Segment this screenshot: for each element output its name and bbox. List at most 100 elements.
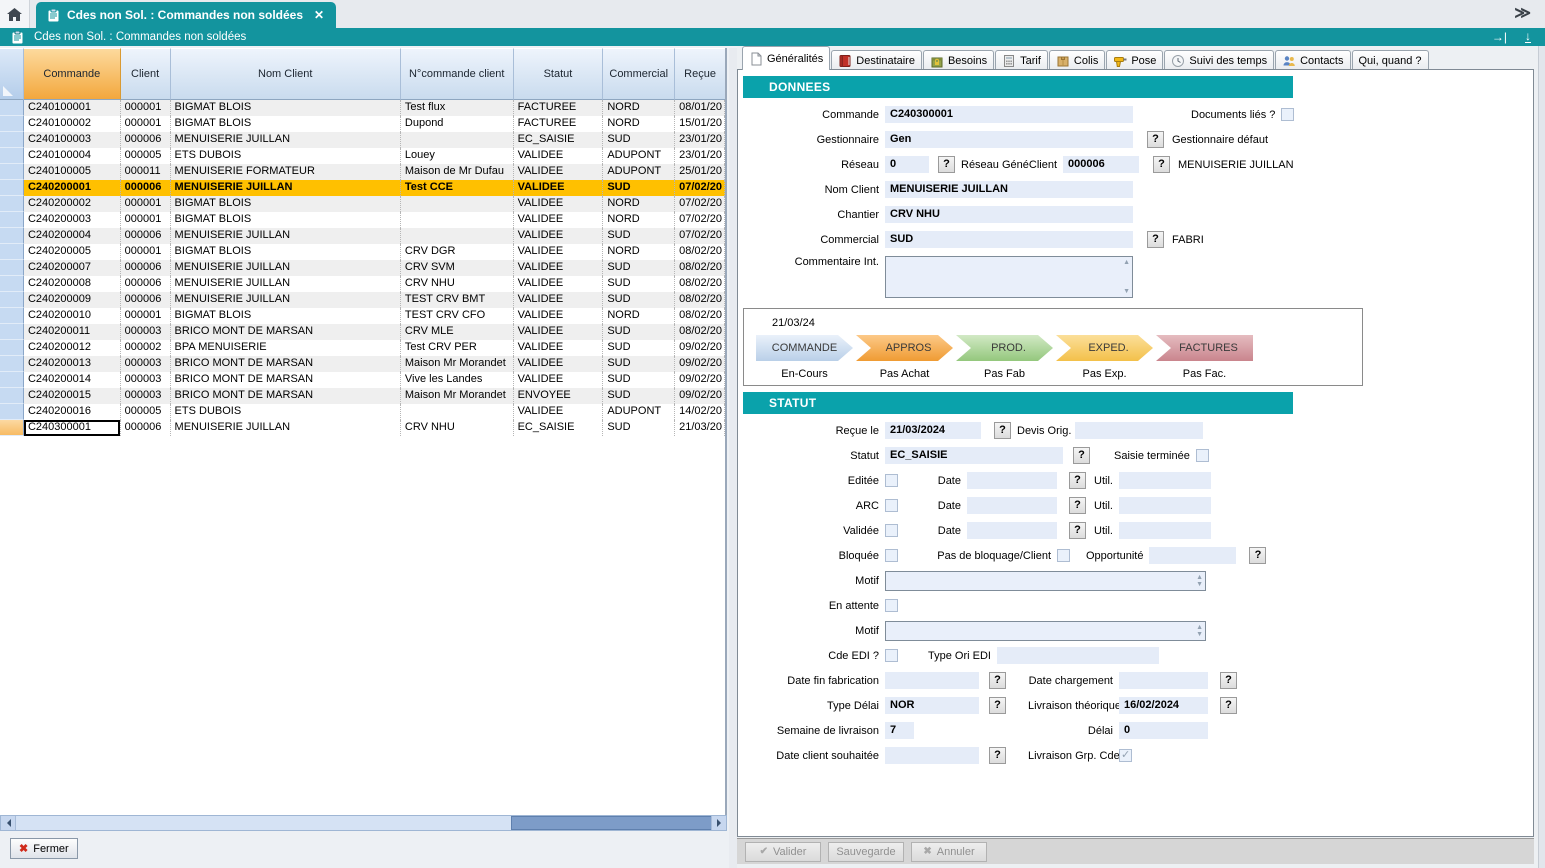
- row-selector[interactable]: [0, 228, 24, 244]
- table-row[interactable]: C240200015000003BRICO MONT DE MARSANMais…: [0, 388, 725, 404]
- editee-date-field[interactable]: [967, 472, 1057, 489]
- fermer-button[interactable]: ✖ Fermer: [10, 838, 78, 859]
- table-row[interactable]: C240100002000001BIGMAT BLOISDupondFACTUR…: [0, 116, 725, 132]
- table-row[interactable]: C240100001000001BIGMAT BLOISTest fluxFAC…: [0, 100, 725, 116]
- table-row[interactable]: C240200005000001BIGMAT BLOISCRV DGRVALID…: [0, 244, 725, 260]
- delai-field[interactable]: 0: [1119, 722, 1208, 739]
- en-attente-checkbox[interactable]: [885, 599, 898, 612]
- table-row[interactable]: C240200011000003BRICO MONT DE MARSANCRV …: [0, 324, 725, 340]
- semaine-livraison-field[interactable]: 7: [885, 722, 914, 739]
- row-selector[interactable]: [0, 132, 24, 148]
- row-selector[interactable]: [0, 388, 24, 404]
- row-selector[interactable]: [0, 340, 24, 356]
- row-selector[interactable]: [0, 356, 24, 372]
- commercial-field[interactable]: SUD: [885, 231, 1133, 248]
- row-selector[interactable]: [0, 100, 24, 116]
- date-client-field[interactable]: [885, 747, 979, 764]
- annuler-button[interactable]: ✖ Annuler: [911, 842, 987, 862]
- row-selector[interactable]: [0, 292, 24, 308]
- row-selector[interactable]: [0, 404, 24, 420]
- editee-checkbox[interactable]: [885, 474, 898, 487]
- column-header-commercial[interactable]: Commercial: [603, 48, 675, 100]
- select-all-corner[interactable]: [0, 48, 24, 100]
- validee-util-field[interactable]: [1119, 522, 1211, 539]
- tab-colis[interactable]: Colis: [1049, 50, 1105, 70]
- help-button[interactable]: ?: [1249, 547, 1266, 564]
- help-button[interactable]: ?: [1153, 156, 1170, 173]
- bloquee-checkbox[interactable]: [885, 549, 898, 562]
- table-row[interactable]: C240200001000006MENUISERIE JUILLANTest C…: [0, 180, 725, 196]
- download-icon[interactable]: ↓: [1525, 31, 1531, 43]
- cde-edi-checkbox[interactable]: [885, 649, 898, 662]
- home-button[interactable]: [0, 0, 30, 28]
- help-button[interactable]: ?: [1069, 497, 1086, 514]
- horizontal-scrollbar[interactable]: [0, 815, 727, 831]
- scroll-left-icon[interactable]: [1, 816, 16, 830]
- pas-bloquage-checkbox[interactable]: [1057, 549, 1070, 562]
- arc-checkbox[interactable]: [885, 499, 898, 512]
- table-row[interactable]: C240200009000006MENUISERIE JUILLANTEST C…: [0, 292, 725, 308]
- row-selector[interactable]: [0, 420, 24, 436]
- table-row[interactable]: C240200004000006MENUISERIE JUILLANVALIDE…: [0, 228, 725, 244]
- help-button[interactable]: ?: [1069, 522, 1086, 539]
- tab-g-n-ralit-s[interactable]: Généralités: [742, 46, 830, 70]
- help-button[interactable]: ?: [994, 422, 1011, 439]
- column-header-n-commande-client[interactable]: N°commande client: [401, 48, 514, 100]
- help-button[interactable]: ?: [1069, 472, 1086, 489]
- row-selector[interactable]: [0, 276, 24, 292]
- commande-field[interactable]: C240300001: [885, 106, 1133, 123]
- column-header-client[interactable]: Client: [121, 48, 171, 100]
- livraison-theorique-field[interactable]: 16/02/2024: [1119, 697, 1208, 714]
- help-button[interactable]: ?: [1220, 672, 1237, 689]
- table-row[interactable]: C240200008000006MENUISERIE JUILLANCRV NH…: [0, 276, 725, 292]
- tab-suivi-des-temps[interactable]: Suivi des temps: [1164, 50, 1274, 70]
- table-row[interactable]: C240200016000005ETS DUBOISVALIDEEADUPONT…: [0, 404, 725, 420]
- row-selector[interactable]: [0, 180, 24, 196]
- sauvegarde-button[interactable]: Sauvegarde: [828, 842, 904, 862]
- arc-util-field[interactable]: [1119, 497, 1211, 514]
- scroll-arrows-icon[interactable]: ▲▼: [1196, 574, 1203, 588]
- document-tab[interactable]: Cdes non Sol. : Commandes non soldées ✕: [36, 2, 336, 28]
- editee-util-field[interactable]: [1119, 472, 1211, 489]
- row-selector[interactable]: [0, 308, 24, 324]
- row-selector[interactable]: [0, 196, 24, 212]
- date-chargement-field[interactable]: [1119, 672, 1208, 689]
- tab-besoins[interactable]: Besoins: [923, 50, 994, 70]
- table-row[interactable]: C240100005000011MENUISERIE FORMATEURMais…: [0, 164, 725, 180]
- help-button[interactable]: ?: [989, 747, 1006, 764]
- documents-lies-checkbox[interactable]: [1281, 108, 1294, 121]
- valider-button[interactable]: ✔ Valider: [745, 842, 821, 862]
- livraison-grp-checkbox[interactable]: [1119, 749, 1132, 762]
- table-row[interactable]: C240100004000005ETS DUBOISLoueyVALIDEEAD…: [0, 148, 725, 164]
- more-tabs-icon[interactable]: ≫: [1514, 3, 1531, 23]
- validee-date-field[interactable]: [967, 522, 1057, 539]
- column-header-commande[interactable]: Commande: [24, 48, 121, 100]
- table-row[interactable]: C240200013000003BRICO MONT DE MARSANMais…: [0, 356, 725, 372]
- statut-field[interactable]: EC_SAISIE: [885, 447, 1063, 464]
- reseau-field[interactable]: 0: [885, 156, 929, 173]
- row-selector[interactable]: [0, 116, 24, 132]
- table-row[interactable]: C240200002000001BIGMAT BLOISVALIDEENORD0…: [0, 196, 725, 212]
- chantier-field[interactable]: CRV NHU: [885, 206, 1133, 223]
- tab-qui-quand-[interactable]: Qui, quand ?: [1352, 50, 1429, 70]
- column-header-nom-client[interactable]: Nom Client: [171, 48, 401, 100]
- row-selector[interactable]: [0, 148, 24, 164]
- motif2-textarea[interactable]: ▲▼: [885, 621, 1206, 641]
- table-row[interactable]: C240200012000002BPA MENUISERIETest CRV P…: [0, 340, 725, 356]
- nom-client-field[interactable]: MENUISERIE JUILLAN: [885, 181, 1133, 198]
- help-button[interactable]: ?: [1220, 697, 1237, 714]
- row-selector[interactable]: [0, 260, 24, 276]
- tab-contacts[interactable]: Contacts: [1275, 50, 1350, 70]
- tab-tarif[interactable]: Tarif: [995, 50, 1048, 70]
- scrollbar-thumb[interactable]: [511, 816, 713, 830]
- close-tab-icon[interactable]: ✕: [314, 8, 324, 22]
- table-row[interactable]: C240200010000001BIGMAT BLOISTEST CRV CFO…: [0, 308, 725, 324]
- type-ori-edi-field[interactable]: [997, 647, 1159, 664]
- row-selector[interactable]: [0, 244, 24, 260]
- gestionnaire-field[interactable]: Gen: [885, 131, 1133, 148]
- date-fin-fab-field[interactable]: [885, 672, 979, 689]
- column-header-statut[interactable]: Statut: [514, 48, 604, 100]
- row-selector[interactable]: [0, 212, 24, 228]
- help-button[interactable]: ?: [1147, 231, 1164, 248]
- table-row[interactable]: C240200014000003BRICO MONT DE MARSANVive…: [0, 372, 725, 388]
